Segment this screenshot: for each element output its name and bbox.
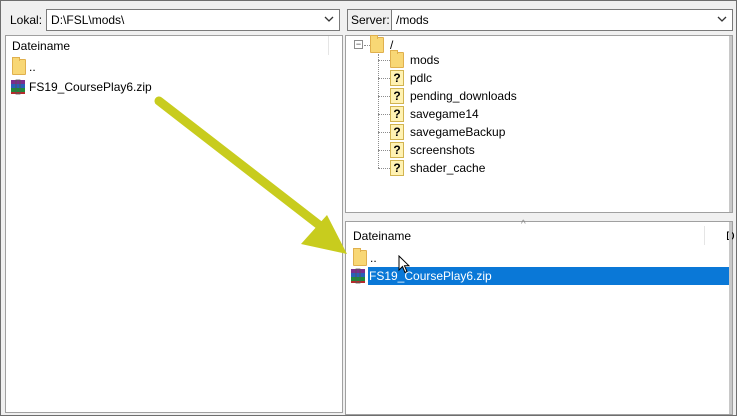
local-path-value: D:\FSL\mods\ [51,13,125,27]
tree-node-screenshots[interactable]: ? screenshots [390,141,475,159]
unknown-folder-icon: ? [390,142,404,158]
winrar-archive-icon [351,268,365,284]
local-column-filename[interactable]: Dateiname [6,39,70,53]
unknown-folder-icon: ? [390,106,404,122]
local-path-combobox[interactable]: D:\FSL\mods\ [46,9,341,31]
server-label: Server: [351,13,390,27]
list-item-label: .. [29,60,36,74]
list-item-label: FS19_CoursePlay6.zip [29,80,152,94]
server-column-header[interactable]: Dateiname ^ D [346,219,735,245]
tree-node-pending-downloads[interactable]: ? pending_downloads [390,87,517,105]
tree-node-savegamebackup[interactable]: ? savegameBackup [390,123,505,141]
server-label-box: Server: [347,9,391,31]
sort-ascending-icon: ^ [521,219,526,230]
app-window: Lokal: D:\FSL\mods\ Server: /mods Datein… [0,0,737,416]
collapse-toggle-icon[interactable]: − [354,40,363,49]
tree-node-label: screenshots [410,143,475,157]
tree-node-savegame14[interactable]: ? savegame14 [390,105,479,123]
mouse-cursor-icon [398,255,410,274]
server-column-filename[interactable]: Dateiname [346,229,411,243]
tree-node-label: savegameBackup [410,125,506,139]
local-label: Lokal: [10,13,43,27]
server-path-value: /mods [396,13,429,27]
server-file-list[interactable]: Dateiname ^ D .. FS19_CoursePlay6.zip [345,219,735,415]
chevron-down-icon[interactable] [323,13,335,25]
unknown-folder-icon: ? [390,160,404,176]
local-path-bar: Lokal: D:\FSL\mods\ [9,9,341,31]
local-file-list[interactable]: Dateiname .. FS19_CoursePlay6.zip [5,35,343,413]
column-separator[interactable] [704,226,705,245]
folder-icon [390,50,404,68]
folder-icon [12,57,26,75]
list-item[interactable]: .. [353,248,377,267]
unknown-folder-icon: ? [390,88,404,104]
list-item-label: .. [370,251,377,265]
column-separator[interactable] [328,36,329,55]
tree-node-shader-cache[interactable]: ? shader_cache [390,159,485,177]
folder-icon [370,35,384,53]
folder-icon [353,248,367,266]
tree-node-label: mods [410,53,440,67]
winrar-archive-icon [11,79,25,95]
tree-scrollbar[interactable] [729,36,732,212]
server-path-bar: Server: /mods [347,9,733,31]
tree-node-label: pdlc [410,71,433,85]
tree-node-label: pending_downloads [410,89,517,103]
unknown-folder-icon: ? [390,70,404,86]
list-item-label: FS19_CoursePlay6.zip [368,267,731,285]
list-scrollbar[interactable] [729,222,732,414]
local-column-header[interactable]: Dateiname [6,36,342,55]
tree-node-label: savegame14 [410,107,479,121]
unknown-folder-icon: ? [390,124,404,140]
tree-node-label: shader_cache [410,161,486,175]
server-directory-tree[interactable]: − / mods ? pdlc ? pending_downloads ? sa… [345,35,733,213]
server-path-combobox[interactable]: /mods [391,9,733,31]
chevron-down-icon[interactable] [716,13,728,25]
tree-node-mods[interactable]: mods [390,50,440,69]
tree-node-pdlc[interactable]: ? pdlc [390,69,432,87]
list-item[interactable]: FS19_CoursePlay6.zip [10,78,152,96]
list-item[interactable]: .. [12,57,36,76]
